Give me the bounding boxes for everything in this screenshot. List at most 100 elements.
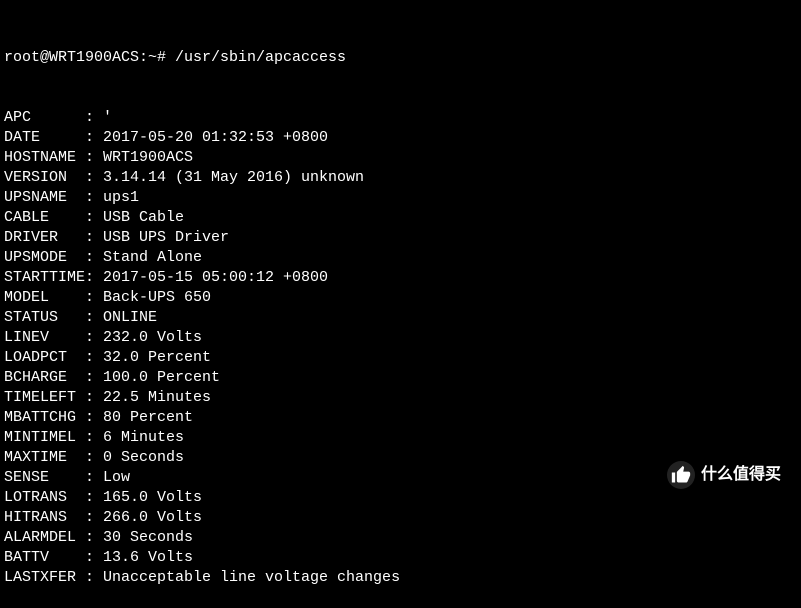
- output-row: APC : ': [4, 108, 797, 128]
- field-label: DATE: [4, 128, 85, 148]
- output-row: HITRANS : 266.0 Volts: [4, 508, 797, 528]
- field-label: STARTTIME: [4, 268, 85, 288]
- field-label: LOADPCT: [4, 348, 85, 368]
- field-label: ALARMDEL: [4, 528, 85, 548]
- output-row: DRIVER : USB UPS Driver: [4, 228, 797, 248]
- field-separator: :: [85, 168, 103, 188]
- field-label: MODEL: [4, 288, 85, 308]
- field-separator: :: [85, 468, 103, 488]
- field-value: 232.0 Volts: [103, 328, 202, 348]
- field-value: 165.0 Volts: [103, 488, 202, 508]
- field-value: 6 Minutes: [103, 428, 184, 448]
- command-prompt-line: root@WRT1900ACS:~# /usr/sbin/apcaccess: [4, 48, 797, 68]
- output-row: LASTXFER : Unacceptable line voltage cha…: [4, 568, 797, 588]
- field-separator: :: [85, 208, 103, 228]
- field-label: BCHARGE: [4, 368, 85, 388]
- field-separator: :: [85, 288, 103, 308]
- field-value: 2017-05-15 05:00:12 +0800: [103, 268, 328, 288]
- field-value: 13.6 Volts: [103, 548, 193, 568]
- command-prompt: root@WRT1900ACS:~# /usr/sbin/apcaccess: [4, 49, 346, 66]
- field-value: 266.0 Volts: [103, 508, 202, 528]
- output-row: UPSNAME : ups1: [4, 188, 797, 208]
- field-label: LINEV: [4, 328, 85, 348]
- field-separator: :: [85, 408, 103, 428]
- field-separator: :: [85, 448, 103, 468]
- watermark-thumbs-up-icon: [667, 461, 695, 489]
- field-value: 2017-05-20 01:32:53 +0800: [103, 128, 328, 148]
- field-value: ONLINE: [103, 308, 157, 328]
- field-label: TIMELEFT: [4, 388, 85, 408]
- output-row: DATE : 2017-05-20 01:32:53 +0800: [4, 128, 797, 148]
- field-label: UPSNAME: [4, 188, 85, 208]
- field-separator: :: [85, 388, 103, 408]
- field-label: VERSION: [4, 168, 85, 188]
- field-label: CABLE: [4, 208, 85, 228]
- output-row: LOADPCT : 32.0 Percent: [4, 348, 797, 368]
- field-separator: :: [85, 328, 103, 348]
- field-separator: :: [85, 248, 103, 268]
- output-fields: APC : 'DATE : 2017-05-20 01:32:53 +0800H…: [4, 108, 797, 588]
- output-row: VERSION : 3.14.14 (31 May 2016) unknown: [4, 168, 797, 188]
- field-separator: :: [85, 508, 103, 528]
- field-separator: :: [85, 548, 103, 568]
- field-label: HOSTNAME: [4, 148, 85, 168]
- field-value: Low: [103, 468, 130, 488]
- field-separator: :: [85, 348, 103, 368]
- field-value: Unacceptable line voltage changes: [103, 568, 400, 588]
- field-value: 22.5 Minutes: [103, 388, 211, 408]
- field-separator: :: [85, 268, 103, 288]
- output-row: MODEL : Back-UPS 650: [4, 288, 797, 308]
- terminal-output: root@WRT1900ACS:~# /usr/sbin/apcaccess A…: [4, 8, 797, 608]
- field-label: SENSE: [4, 468, 85, 488]
- output-row: BATTV : 13.6 Volts: [4, 548, 797, 568]
- field-label: APC: [4, 108, 85, 128]
- field-value: 3.14.14 (31 May 2016) unknown: [103, 168, 364, 188]
- field-value: Stand Alone: [103, 248, 202, 268]
- field-value: 30 Seconds: [103, 528, 193, 548]
- field-value: 0 Seconds: [103, 448, 184, 468]
- output-row: LINEV : 232.0 Volts: [4, 328, 797, 348]
- field-label: UPSMODE: [4, 248, 85, 268]
- field-value: 80 Percent: [103, 408, 193, 428]
- field-label: LOTRANS: [4, 488, 85, 508]
- field-separator: :: [85, 308, 103, 328]
- output-row: STARTTIME: 2017-05-15 05:00:12 +0800: [4, 268, 797, 288]
- output-row: TIMELEFT : 22.5 Minutes: [4, 388, 797, 408]
- field-value: 100.0 Percent: [103, 368, 220, 388]
- field-label: HITRANS: [4, 508, 85, 528]
- field-value: 32.0 Percent: [103, 348, 211, 368]
- output-row: ALARMDEL : 30 Seconds: [4, 528, 797, 548]
- field-separator: :: [85, 148, 103, 168]
- field-label: BATTV: [4, 548, 85, 568]
- field-value: USB UPS Driver: [103, 228, 229, 248]
- field-separator: :: [85, 228, 103, 248]
- watermark: 什么值得买: [659, 457, 789, 493]
- field-separator: :: [85, 568, 103, 588]
- field-separator: :: [85, 488, 103, 508]
- field-label: MAXTIME: [4, 448, 85, 468]
- output-row: BCHARGE : 100.0 Percent: [4, 368, 797, 388]
- output-row: CABLE : USB Cable: [4, 208, 797, 228]
- output-row: MBATTCHG : 80 Percent: [4, 408, 797, 428]
- field-separator: :: [85, 428, 103, 448]
- field-label: DRIVER: [4, 228, 85, 248]
- field-value: ups1: [103, 188, 139, 208]
- field-separator: :: [85, 128, 103, 148]
- field-separator: :: [85, 108, 103, 128]
- field-label: MBATTCHG: [4, 408, 85, 428]
- field-label: MINTIMEL: [4, 428, 85, 448]
- field-value: USB Cable: [103, 208, 184, 228]
- output-row: STATUS : ONLINE: [4, 308, 797, 328]
- field-separator: :: [85, 368, 103, 388]
- field-separator: :: [85, 528, 103, 548]
- watermark-text: 什么值得买: [701, 465, 781, 485]
- output-row: UPSMODE : Stand Alone: [4, 248, 797, 268]
- output-row: MINTIMEL : 6 Minutes: [4, 428, 797, 448]
- output-row: HOSTNAME : WRT1900ACS: [4, 148, 797, 168]
- field-label: STATUS: [4, 308, 85, 328]
- field-value: ': [103, 108, 112, 128]
- field-separator: :: [85, 188, 103, 208]
- field-value: Back-UPS 650: [103, 288, 211, 308]
- field-label: LASTXFER: [4, 568, 85, 588]
- field-value: WRT1900ACS: [103, 148, 193, 168]
